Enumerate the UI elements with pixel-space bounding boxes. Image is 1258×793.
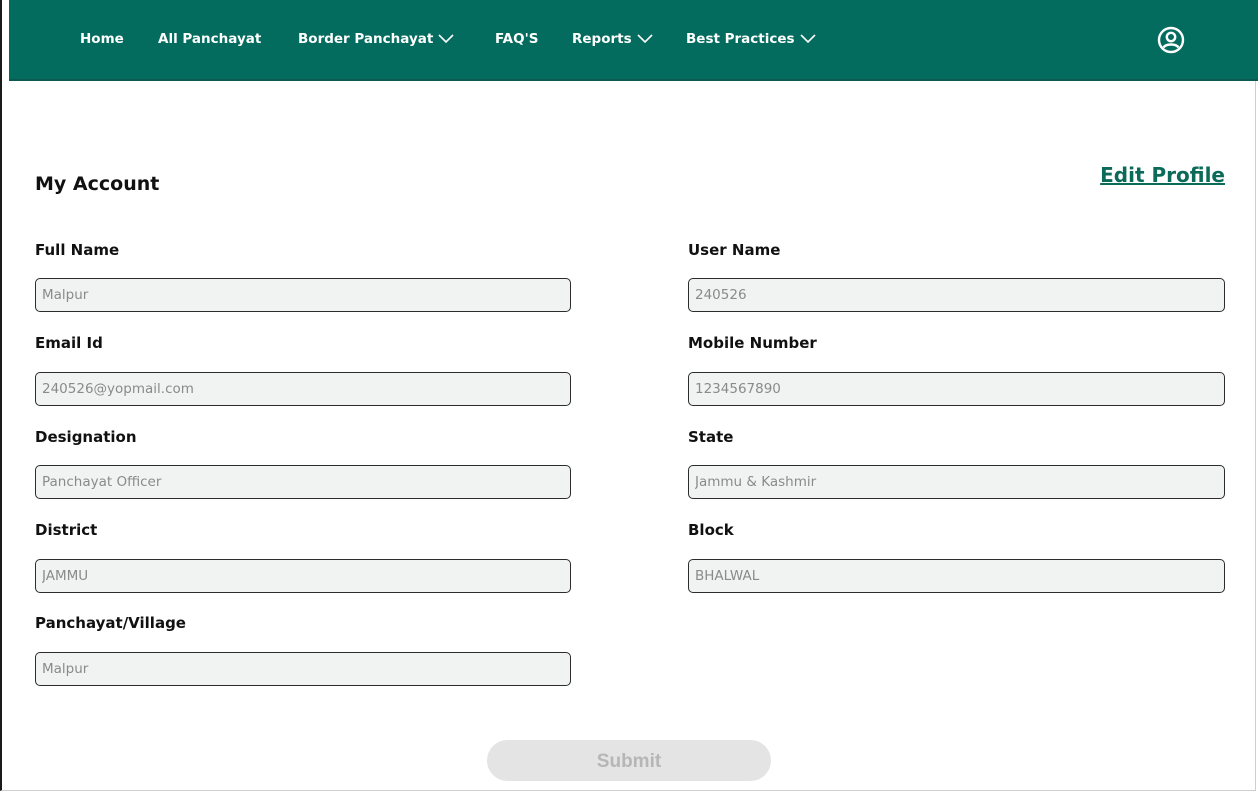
page-title: My Account xyxy=(35,173,160,195)
edit-profile-link[interactable]: Edit Profile xyxy=(1100,163,1225,187)
full-name-label: Full Name xyxy=(35,241,120,259)
block-field[interactable] xyxy=(688,559,1225,593)
state-field[interactable] xyxy=(688,465,1225,499)
user-name-field[interactable] xyxy=(688,278,1225,312)
designation-field[interactable] xyxy=(35,465,571,499)
full-name-field[interactable] xyxy=(35,278,571,312)
designation-label: Designation xyxy=(35,428,137,446)
mobile-label: Mobile Number xyxy=(688,334,817,352)
panchayat-label: Panchayat/Village xyxy=(35,614,186,632)
nav-best-practices[interactable]: Best Practices xyxy=(686,31,816,47)
top-navbar: Home All Panchayat Border Panchayat FAQ'… xyxy=(9,0,1258,81)
user-circle-icon[interactable] xyxy=(1157,26,1185,54)
nav-faqs[interactable]: FAQ'S xyxy=(495,31,538,47)
user-name-label: User Name xyxy=(688,241,781,259)
email-label: Email Id xyxy=(35,334,103,352)
district-label: District xyxy=(35,521,98,539)
panchayat-field[interactable] xyxy=(35,652,571,686)
nav-reports[interactable]: Reports xyxy=(572,31,653,47)
chevron-down-icon xyxy=(637,34,653,44)
nav-border-panchayat[interactable]: Border Panchayat xyxy=(298,31,454,47)
nav-reports-label: Reports xyxy=(572,31,632,47)
nav-faqs-label: FAQ'S xyxy=(495,31,539,47)
district-field[interactable] xyxy=(35,559,571,593)
nav-home-label: Home xyxy=(80,31,124,47)
nav-border-panchayat-label: Border Panchayat xyxy=(298,31,434,47)
nav-all-panchayat[interactable]: All Panchayat xyxy=(158,31,261,47)
submit-button[interactable]: Submit xyxy=(487,740,771,781)
state-label: State xyxy=(688,428,734,446)
nav-all-panchayat-label: All Panchayat xyxy=(158,31,262,47)
chevron-down-icon xyxy=(438,34,454,44)
nav-home[interactable]: Home xyxy=(80,31,124,47)
mobile-field[interactable] xyxy=(688,372,1225,406)
chevron-down-icon xyxy=(800,34,816,44)
block-label: Block xyxy=(688,521,734,539)
nav-best-practices-label: Best Practices xyxy=(686,31,795,47)
email-field[interactable] xyxy=(35,372,571,406)
